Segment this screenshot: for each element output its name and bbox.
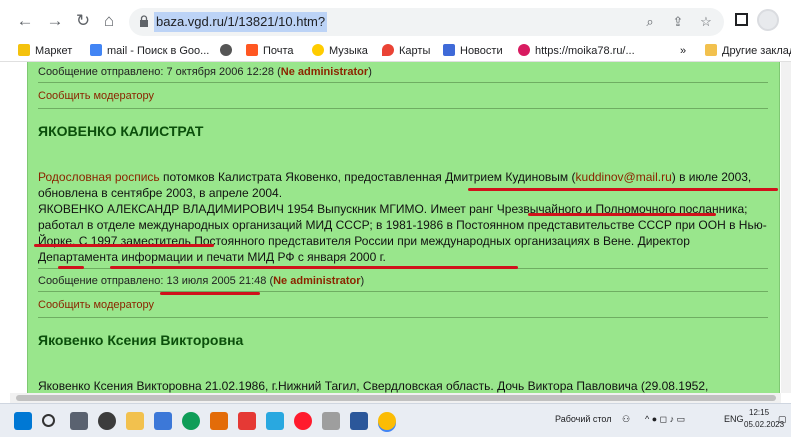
desktop-toolbar[interactable]: Рабочий стол	[555, 414, 612, 424]
page-viewport: Сообщение отправлено: 7 октября 2006 12:…	[0, 62, 791, 393]
genealogy-link[interactable]: Родословная роспись	[38, 170, 160, 184]
moika78-icon	[518, 44, 530, 56]
office-icon[interactable]	[210, 412, 228, 430]
language-indicator[interactable]: ENG	[724, 414, 744, 424]
bookmark-news[interactable]: Новости	[443, 43, 503, 59]
bookmark-maps[interactable]: Карты	[382, 43, 430, 59]
post-heading: ЯКОВЕНКО КАЛИСТРАТ	[38, 123, 204, 139]
report-moderator-link[interactable]: Сообщить модератору	[38, 90, 154, 102]
bookmarks-bar: Маркет mail - Поиск в Goo... Почта Музык…	[0, 40, 791, 62]
annotation-underline	[528, 213, 716, 216]
post-author[interactable]: Ne administrator	[273, 275, 360, 287]
photos-icon[interactable]	[266, 412, 284, 430]
forward-icon[interactable]: →	[44, 10, 66, 32]
annotation-underline	[58, 266, 84, 269]
people-icon[interactable]: ⚇	[622, 414, 630, 425]
annotation-underline	[468, 188, 778, 191]
bookmark-other-folder[interactable]: Другие заклад	[705, 43, 791, 59]
email-link[interactable]: kuddinov@mail.ru	[576, 170, 672, 184]
bookmark-moika78[interactable]: https://moika78.ru/...	[518, 43, 635, 59]
folder-icon	[705, 44, 717, 56]
cortana-icon[interactable]	[98, 412, 116, 430]
yandex-icon[interactable]	[238, 412, 256, 430]
globe-icon	[220, 44, 232, 56]
word-icon[interactable]	[350, 412, 368, 430]
opera-icon[interactable]	[294, 412, 312, 430]
reload-icon[interactable]: ↻	[72, 10, 94, 32]
bookmark-music[interactable]: Музыка	[312, 43, 368, 59]
lock-icon	[140, 15, 148, 27]
search-icon[interactable]	[42, 414, 55, 427]
star-icon[interactable]: ☆	[697, 13, 715, 31]
post-body: Яковенко Ксения Викторовна 21.02.1986, г…	[38, 379, 709, 393]
tray-icons[interactable]: ^ ● ◻ ♪ ▭	[645, 414, 685, 425]
home-icon[interactable]: ⌂	[98, 10, 120, 32]
url-text[interactable]: baza.vgd.ru/1/13821/10.htm?	[154, 12, 328, 32]
post-body: Родословная роспись потомков Калистрата …	[38, 170, 767, 264]
bookmark-market[interactable]: Маркет	[18, 43, 72, 59]
annotation-underline	[110, 266, 518, 269]
scrollbar-thumb[interactable]	[16, 395, 776, 401]
share-icon[interactable]: ⇪	[669, 13, 687, 31]
biography-text: ЯКОВЕНКО АЛЕКСАНДР ВЛАДИМИРОВИЧ 1954 Вып…	[38, 202, 767, 264]
task-view-icon[interactable]	[70, 412, 88, 430]
chrome-icon[interactable]	[378, 412, 396, 430]
horizontal-scrollbar[interactable]	[10, 393, 781, 403]
windows-taskbar: Рабочий стол ⚇ ^ ● ◻ ♪ ▭ ENG 12:15 05.02…	[0, 403, 791, 437]
map-pin-icon	[382, 44, 394, 56]
divider	[38, 82, 768, 83]
post-heading: Яковенко Ксения Викторовна	[38, 332, 244, 348]
post-meta: Сообщение отправлено: 13 июля 2005 21:48…	[38, 275, 365, 287]
mail-icon	[246, 44, 258, 56]
bookmark-globe[interactable]	[220, 43, 237, 59]
store-icon[interactable]	[154, 412, 172, 430]
annotation-underline	[34, 244, 214, 247]
side-panel-icon[interactable]	[735, 13, 748, 26]
market-icon	[18, 44, 30, 56]
file-explorer-icon[interactable]	[126, 412, 144, 430]
more-bookmarks-chevron-icon[interactable]: »	[680, 43, 686, 59]
divider	[38, 317, 768, 318]
clock-time[interactable]: 12:15	[749, 408, 769, 417]
report-moderator-link[interactable]: Сообщить модератору	[38, 299, 154, 311]
forum-posts: Сообщение отправлено: 7 октября 2006 12:…	[27, 62, 780, 393]
notifications-icon[interactable]: ▢	[778, 414, 787, 425]
divider	[38, 108, 768, 109]
annotation-underline	[160, 292, 260, 295]
profile-avatar[interactable]	[757, 9, 779, 31]
post-meta: Сообщение отправлено: 7 октября 2006 12:…	[38, 66, 372, 78]
edge-icon[interactable]	[182, 412, 200, 430]
zoom-icon[interactable]: ⌕	[641, 13, 659, 31]
browser-toolbar: ← → ↻ ⌂ baza.vgd.ru/1/13821/10.htm? ⌕ ⇪ …	[0, 0, 791, 40]
news-icon	[443, 44, 455, 56]
post-author[interactable]: Ne administrator	[281, 66, 368, 78]
app-icon[interactable]	[322, 412, 340, 430]
address-bar[interactable]: baza.vgd.ru/1/13821/10.htm? ⌕ ⇪ ☆	[129, 8, 724, 36]
vertical-scrollbar[interactable]	[781, 62, 791, 393]
bookmark-mail[interactable]: Почта	[246, 43, 294, 59]
divider	[38, 291, 768, 292]
start-icon[interactable]	[14, 412, 32, 430]
bookmark-google-search[interactable]: mail - Поиск в Goo...	[90, 43, 209, 59]
music-icon	[312, 44, 324, 56]
google-icon	[90, 44, 102, 56]
back-icon[interactable]: ←	[14, 10, 36, 32]
